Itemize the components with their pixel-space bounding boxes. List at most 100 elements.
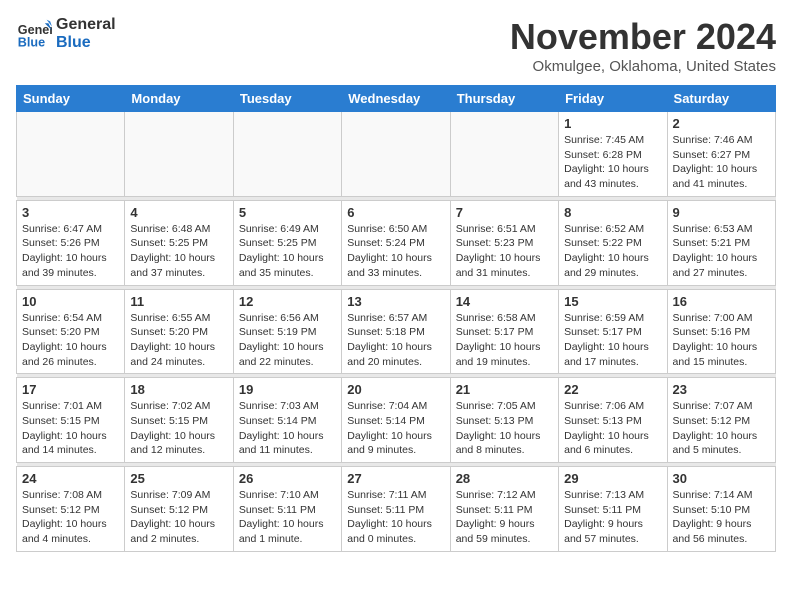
day-info: Sunrise: 6:47 AMSunset: 5:26 PMDaylight:…: [22, 222, 119, 281]
day-info: Sunrise: 7:09 AMSunset: 5:12 PMDaylight:…: [130, 488, 227, 547]
calendar-cell: 10 Sunrise: 6:54 AMSunset: 5:20 PMDayligh…: [17, 289, 125, 374]
location-title: Okmulgee, Oklahoma, United States: [510, 58, 776, 75]
day-number: 6: [347, 205, 444, 220]
calendar-header-cell: Sunday: [17, 86, 125, 112]
day-info: Sunrise: 6:59 AMSunset: 5:17 PMDaylight:…: [564, 311, 661, 370]
calendar-cell: 29Sunrise: 7:13 AMSunset: 5:11 PMDayligh…: [559, 467, 667, 552]
day-info: Sunrise: 6:56 AMSunset: 5:19 PMDaylight:…: [239, 311, 336, 370]
calendar-cell: 24 Sunrise: 7:08 AMSunset: 5:12 PMDayligh…: [17, 467, 125, 552]
calendar-week-row: 10 Sunrise: 6:54 AMSunset: 5:20 PMDayligh…: [17, 289, 776, 374]
day-info: Sunrise: 7:01 AMSunset: 5:15 PMDaylight:…: [22, 399, 119, 458]
calendar-cell: 7 Sunrise: 6:51 AMSunset: 5:23 PMDaylight…: [450, 200, 558, 285]
calendar-header-cell: Thursday: [450, 86, 558, 112]
day-number: 9: [673, 205, 770, 220]
day-number: 24: [22, 471, 119, 486]
day-info: Sunrise: 6:57 AMSunset: 5:18 PMDaylight:…: [347, 311, 444, 370]
day-info: Sunrise: 6:58 AMSunset: 5:17 PMDaylight:…: [456, 311, 553, 370]
day-number: 16: [673, 294, 770, 309]
month-title: November 2024: [510, 16, 776, 58]
day-info: Sunrise: 6:55 AMSunset: 5:20 PMDaylight:…: [130, 311, 227, 370]
day-info: Sunrise: 7:06 AMSunset: 5:13 PMDaylight:…: [564, 399, 661, 458]
day-info: Sunrise: 6:52 AMSunset: 5:22 PMDaylight:…: [564, 222, 661, 281]
title-area: November 2024 Okmulgee, Oklahoma, United…: [510, 16, 776, 75]
day-number: 27: [347, 471, 444, 486]
calendar-cell: 15 Sunrise: 6:59 AMSunset: 5:17 PMDayligh…: [559, 289, 667, 374]
day-info: Sunrise: 6:48 AMSunset: 5:25 PMDaylight:…: [130, 222, 227, 281]
logo-general: General: [56, 16, 116, 34]
logo-icon: General Blue: [16, 16, 52, 52]
calendar-cell: 19 Sunrise: 7:03 AMSunset: 5:14 PMDayligh…: [233, 378, 341, 463]
day-number: 12: [239, 294, 336, 309]
day-number: 11: [130, 294, 227, 309]
day-info: Sunrise: 7:08 AMSunset: 5:12 PMDaylight:…: [22, 488, 119, 547]
day-number: 19: [239, 382, 336, 397]
svg-text:Blue: Blue: [18, 36, 45, 50]
calendar-cell: [233, 112, 341, 197]
calendar-cell: 1Sunrise: 7:45 AMSunset: 6:28 PMDaylight…: [559, 112, 667, 197]
calendar-cell: 9Sunrise: 6:53 AMSunset: 5:21 PMDaylight…: [667, 200, 775, 285]
calendar-cell: [342, 112, 450, 197]
calendar-cell: 13 Sunrise: 6:57 AMSunset: 5:18 PMDayligh…: [342, 289, 450, 374]
calendar-week-row: 1Sunrise: 7:45 AMSunset: 6:28 PMDaylight…: [17, 112, 776, 197]
calendar-cell: 5Sunrise: 6:49 AMSunset: 5:25 PMDaylight…: [233, 200, 341, 285]
calendar-header-row: SundayMondayTuesdayWednesdayThursdayFrid…: [17, 86, 776, 112]
calendar-cell: 11 Sunrise: 6:55 AMSunset: 5:20 PMDayligh…: [125, 289, 233, 374]
calendar-week-row: 17 Sunrise: 7:01 AMSunset: 5:15 PMDayligh…: [17, 378, 776, 463]
day-info: Sunrise: 7:02 AMSunset: 5:15 PMDaylight:…: [130, 399, 227, 458]
calendar-cell: [450, 112, 558, 197]
calendar-body: 1Sunrise: 7:45 AMSunset: 6:28 PMDaylight…: [17, 112, 776, 552]
calendar-header-cell: Wednesday: [342, 86, 450, 112]
day-number: 25: [130, 471, 227, 486]
calendar-week-row: 3 Sunrise: 6:47 AMSunset: 5:26 PMDaylight…: [17, 200, 776, 285]
day-info: Sunrise: 7:11 AMSunset: 5:11 PMDaylight:…: [347, 488, 444, 547]
day-number: 10: [22, 294, 119, 309]
calendar-cell: 21 Sunrise: 7:05 AMSunset: 5:13 PMDayligh…: [450, 378, 558, 463]
header: General Blue General Blue November 2024 …: [16, 16, 776, 75]
day-number: 14: [456, 294, 553, 309]
calendar-cell: 22 Sunrise: 7:06 AMSunset: 5:13 PMDayligh…: [559, 378, 667, 463]
day-number: 26: [239, 471, 336, 486]
day-info: Sunrise: 7:46 AMSunset: 6:27 PMDaylight:…: [673, 133, 770, 192]
day-info: Sunrise: 6:50 AMSunset: 5:24 PMDaylight:…: [347, 222, 444, 281]
day-number: 4: [130, 205, 227, 220]
calendar-cell: 27 Sunrise: 7:11 AMSunset: 5:11 PMDayligh…: [342, 467, 450, 552]
calendar-cell: [17, 112, 125, 197]
day-info: Sunrise: 7:05 AMSunset: 5:13 PMDaylight:…: [456, 399, 553, 458]
day-info: Sunrise: 6:51 AMSunset: 5:23 PMDaylight:…: [456, 222, 553, 281]
calendar-cell: 20 Sunrise: 7:04 AMSunset: 5:14 PMDayligh…: [342, 378, 450, 463]
calendar: SundayMondayTuesdayWednesdayThursdayFrid…: [16, 85, 776, 552]
day-number: 3: [22, 205, 119, 220]
day-number: 5: [239, 205, 336, 220]
day-number: 21: [456, 382, 553, 397]
day-number: 15: [564, 294, 661, 309]
day-info: Sunrise: 7:12 AMSunset: 5:11 PMDaylight:…: [456, 488, 553, 547]
calendar-header-cell: Saturday: [667, 86, 775, 112]
day-info: Sunrise: 7:13 AMSunset: 5:11 PMDaylight:…: [564, 488, 661, 547]
calendar-cell: 30 Sunrise: 7:14 AMSunset: 5:10 PMDayligh…: [667, 467, 775, 552]
calendar-cell: 4 Sunrise: 6:48 AMSunset: 5:25 PMDaylight…: [125, 200, 233, 285]
day-info: Sunrise: 7:04 AMSunset: 5:14 PMDaylight:…: [347, 399, 444, 458]
calendar-cell: 16Sunrise: 7:00 AMSunset: 5:16 PMDayligh…: [667, 289, 775, 374]
day-info: Sunrise: 7:07 AMSunset: 5:12 PMDaylight:…: [673, 399, 770, 458]
day-number: 7: [456, 205, 553, 220]
calendar-header-cell: Friday: [559, 86, 667, 112]
day-info: Sunrise: 7:03 AMSunset: 5:14 PMDaylight:…: [239, 399, 336, 458]
day-info: Sunrise: 7:14 AMSunset: 5:10 PMDaylight:…: [673, 488, 770, 547]
day-number: 28: [456, 471, 553, 486]
day-number: 23: [673, 382, 770, 397]
day-info: Sunrise: 7:10 AMSunset: 5:11 PMDaylight:…: [239, 488, 336, 547]
day-number: 13: [347, 294, 444, 309]
calendar-cell: 6 Sunrise: 6:50 AMSunset: 5:24 PMDaylight…: [342, 200, 450, 285]
calendar-cell: 25 Sunrise: 7:09 AMSunset: 5:12 PMDayligh…: [125, 467, 233, 552]
day-number: 18: [130, 382, 227, 397]
day-number: 20: [347, 382, 444, 397]
logo: General Blue General Blue: [16, 16, 116, 52]
day-number: 1: [564, 116, 661, 131]
day-number: 22: [564, 382, 661, 397]
calendar-week-row: 24 Sunrise: 7:08 AMSunset: 5:12 PMDayligh…: [17, 467, 776, 552]
calendar-cell: 8Sunrise: 6:52 AMSunset: 5:22 PMDaylight…: [559, 200, 667, 285]
day-number: 17: [22, 382, 119, 397]
day-info: Sunrise: 6:54 AMSunset: 5:20 PMDaylight:…: [22, 311, 119, 370]
day-number: 30: [673, 471, 770, 486]
calendar-cell: 23 Sunrise: 7:07 AMSunset: 5:12 PMDayligh…: [667, 378, 775, 463]
